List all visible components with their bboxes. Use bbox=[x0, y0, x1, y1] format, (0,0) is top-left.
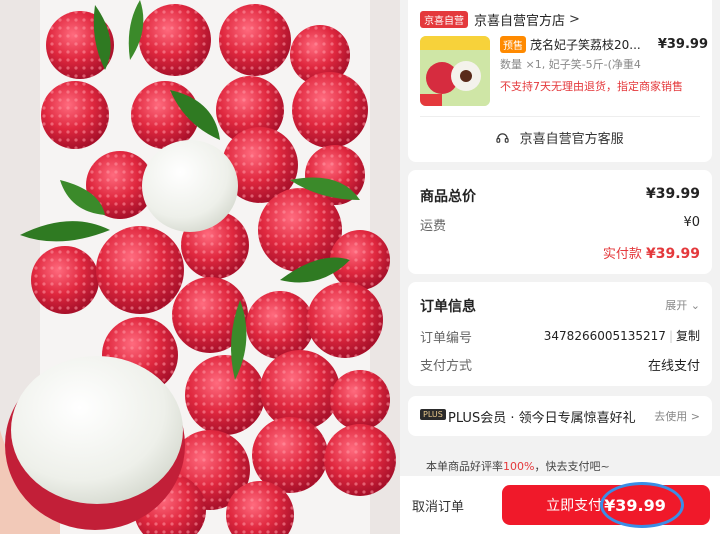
order-panel: 京喜自营 京喜自营官方店 > 预售 茂名妃子笑荔枝20... ¥39.99 数量… bbox=[400, 0, 720, 534]
product-thumbnail-image bbox=[420, 36, 490, 106]
lychee-texture bbox=[185, 355, 265, 435]
plus-badge: PLUS bbox=[420, 409, 446, 420]
rating-suffix: ，快去支付吧~ bbox=[534, 460, 610, 473]
plus-text: PLUS会员 · 领今日专属惊喜好礼 bbox=[448, 411, 636, 426]
product-thumbnail[interactable] bbox=[420, 36, 490, 106]
bottom-action-bar: 取消订单 立即支付 ¥39.99 bbox=[400, 476, 720, 534]
order-number-value: 3478266005135217 bbox=[543, 329, 666, 343]
product-note: 不支持7天无理由退货，指定商家销售 bbox=[500, 80, 683, 93]
pay-now-amount: ¥39.99 bbox=[604, 495, 666, 515]
store-header[interactable]: 京喜自营 京喜自营官方店 > bbox=[420, 10, 580, 29]
lychee-photo bbox=[0, 0, 400, 534]
chevron-right-icon: > bbox=[569, 12, 580, 27]
customer-service-label: 京喜自营官方客服 bbox=[519, 132, 624, 147]
pay-now-button[interactable]: 立即支付 ¥39.99 bbox=[502, 485, 710, 525]
actual-payment: 实付款 ¥39.99 bbox=[603, 243, 700, 262]
lychee-texture bbox=[260, 350, 340, 430]
headset-icon bbox=[496, 132, 510, 147]
lychee-texture bbox=[307, 282, 383, 358]
order-number: 3478266005135217 | 复制 bbox=[543, 329, 700, 343]
lychee-texture bbox=[139, 4, 211, 76]
product-price: ¥39.99 bbox=[657, 37, 708, 52]
lychee-texture bbox=[330, 370, 390, 430]
lychee-texture bbox=[31, 246, 99, 314]
expand-button[interactable]: 展开 ⌄ bbox=[665, 297, 700, 313]
lychee-texture bbox=[292, 72, 368, 148]
shipping-label: 运费 bbox=[420, 219, 447, 234]
product-spec: 数量 ×1, 妃子笑-5斤-(净重4 bbox=[500, 58, 641, 71]
order-info-card: 订单信息 展开 ⌄ 订单编号 3478266005135217 | 复制 支付方式 … bbox=[408, 282, 712, 386]
store-name[interactable]: 京喜自营官方店 bbox=[474, 10, 565, 29]
rating-rate: 100% bbox=[503, 460, 535, 473]
payment-method-value: 在线支付 bbox=[647, 359, 700, 374]
order-number-label: 订单编号 bbox=[420, 331, 473, 346]
lychee-texture bbox=[324, 424, 396, 496]
payment-method-label: 支付方式 bbox=[420, 359, 473, 374]
shipping-value: ¥0 bbox=[683, 215, 700, 230]
pay-now-label: 立即支付 bbox=[546, 498, 603, 514]
lychee-texture bbox=[219, 4, 291, 76]
cancel-order-button[interactable]: 取消订单 bbox=[412, 496, 464, 515]
customer-service-button[interactable]: 京喜自营官方客服 bbox=[408, 128, 712, 147]
expand-label: 展开 bbox=[665, 299, 688, 312]
lychee-texture bbox=[246, 291, 314, 359]
lychee-illustration bbox=[0, 0, 400, 534]
divider bbox=[420, 116, 700, 117]
actual-payment-label: 实付款 bbox=[602, 247, 642, 262]
lychee-texture bbox=[41, 81, 109, 149]
total-value: ¥39.99 bbox=[645, 186, 700, 202]
order-info-title: 订单信息 bbox=[420, 299, 476, 315]
copy-button[interactable]: 复制 bbox=[676, 329, 700, 343]
store-badge: 京喜自营 bbox=[420, 11, 468, 28]
lychee-texture bbox=[96, 226, 184, 314]
rating-prefix: 本单商品好评率 bbox=[426, 460, 503, 473]
plus-membership-banner[interactable]: PLUS PLUS会员 · 领今日专属惊喜好礼 去使用 > bbox=[408, 396, 712, 436]
plus-go-button[interactable]: 去使用 > bbox=[654, 408, 700, 424]
product-title[interactable]: 茂名妃子笑荔枝20... bbox=[530, 36, 656, 53]
price-summary-card: 商品总价 ¥39.99 运费 ¥0 实付款 ¥39.99 bbox=[408, 170, 712, 274]
actual-payment-value: ¥39.99 bbox=[645, 246, 700, 262]
chevron-down-icon: ⌄ bbox=[690, 299, 700, 312]
total-label: 商品总价 bbox=[420, 189, 476, 205]
screen: 京喜自营 京喜自营官方店 > 预售 茂名妃子笑荔枝20... ¥39.99 数量… bbox=[0, 0, 720, 534]
presale-tag: 预售 bbox=[500, 36, 526, 53]
rating-hint: 本单商品好评率100%，快去支付吧~ bbox=[426, 458, 610, 474]
store-card: 京喜自营 京喜自营官方店 > 预售 茂名妃子笑荔枝20... ¥39.99 数量… bbox=[408, 0, 712, 162]
product-title-row[interactable]: 预售 茂名妃子笑荔枝20... ¥39.99 bbox=[500, 36, 708, 53]
